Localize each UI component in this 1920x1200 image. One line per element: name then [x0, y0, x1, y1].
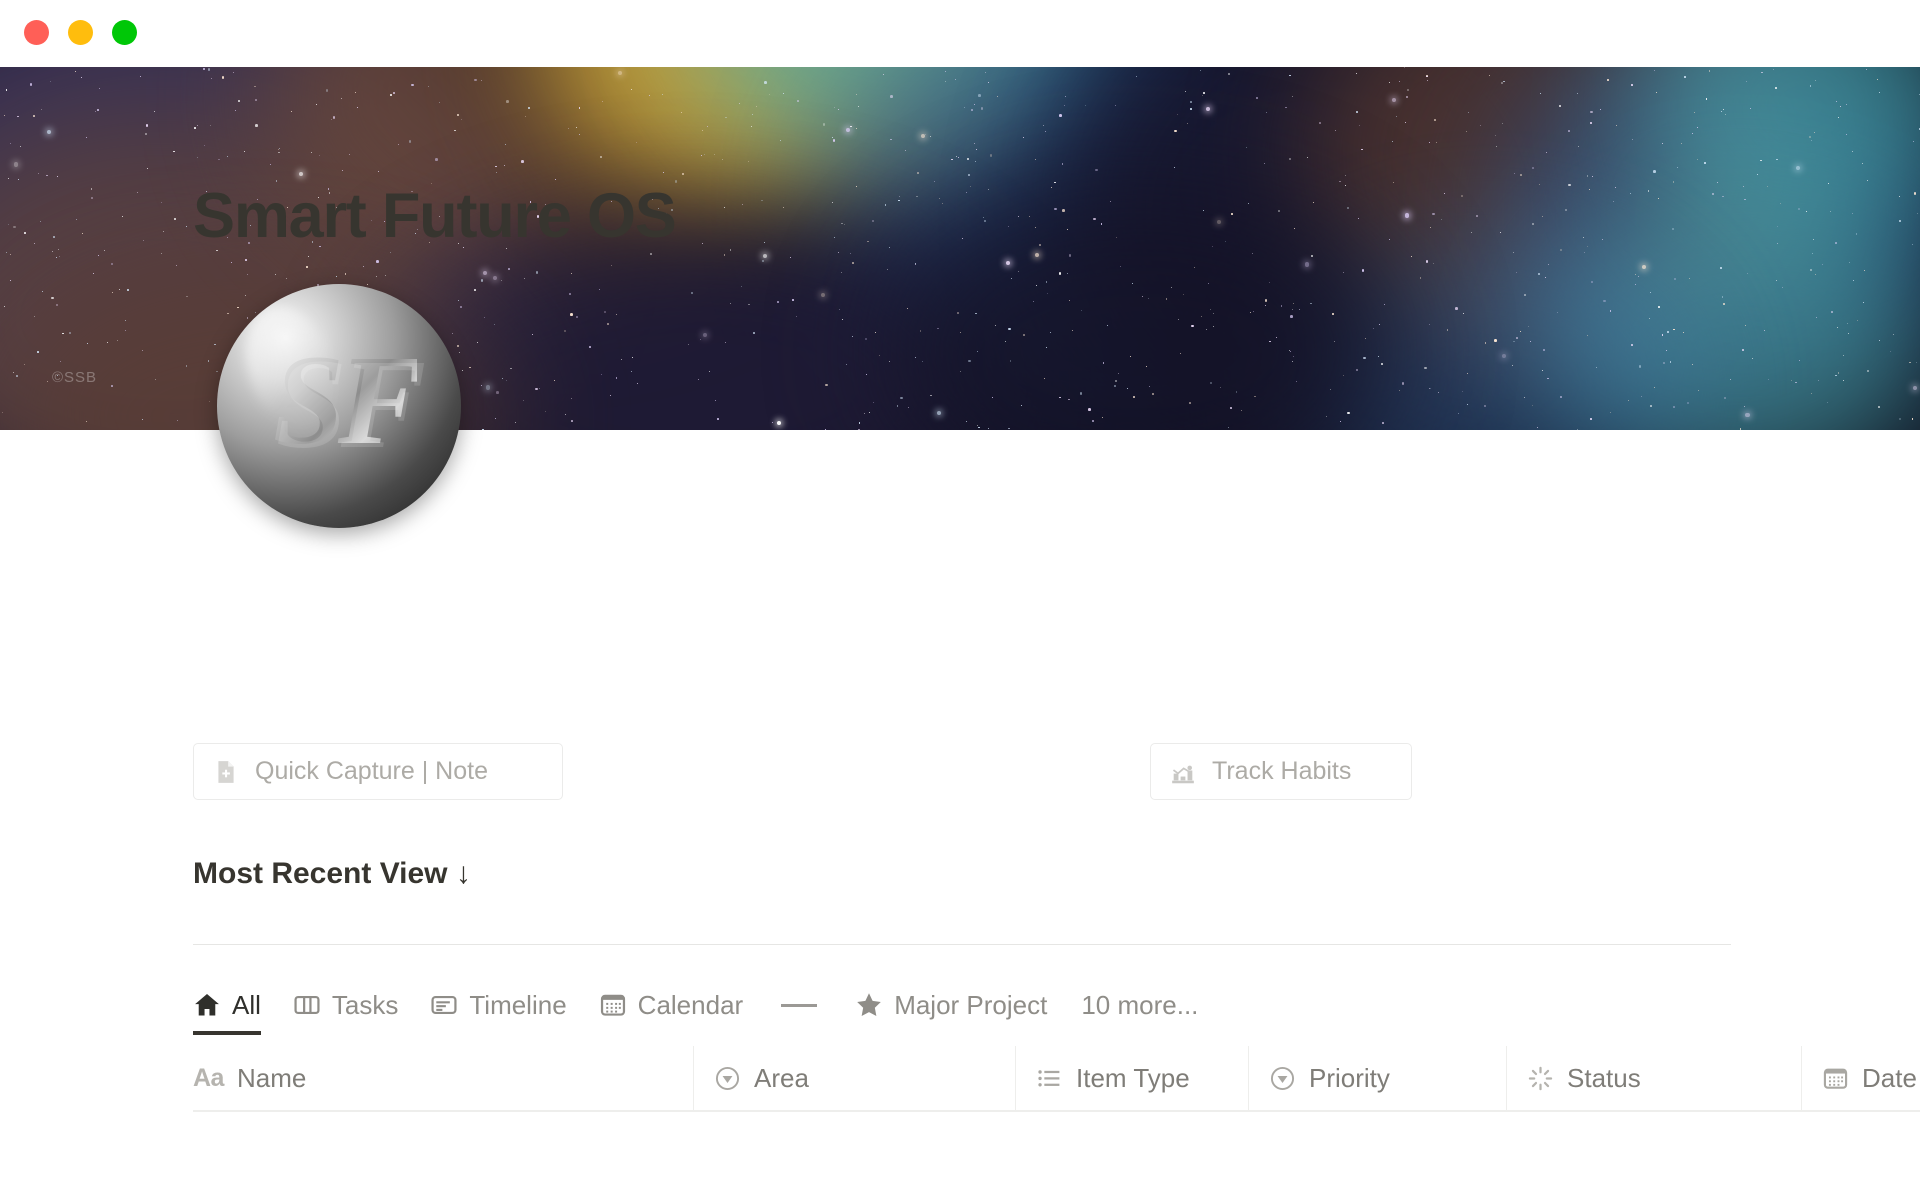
tab-timeline-label: Timeline — [469, 989, 567, 1020]
status-spinner-icon — [1528, 1066, 1553, 1090]
maximize-window-button[interactable] — [112, 20, 137, 45]
column-header-status[interactable]: Status — [1506, 1046, 1801, 1110]
track-habits-button[interactable]: Track Habits — [1150, 743, 1412, 800]
column-header-area-label: Area — [754, 1062, 809, 1093]
tab-major-project[interactable]: Major Project — [839, 975, 1063, 1035]
calendar-icon — [600, 994, 625, 1016]
section-heading-most-recent-view[interactable]: Most Recent View ↓ — [193, 857, 471, 891]
quick-capture-note-label: Quick Capture | Note — [255, 757, 488, 785]
app-window: ©SSB SF Smart Future OS Quick Capture | … — [0, 0, 1920, 1200]
bar-chart-icon — [1172, 765, 1194, 783]
tab-major-project-label: Major Project — [894, 989, 1048, 1020]
section-divider — [193, 944, 1731, 945]
tab-tasks[interactable]: Tasks — [277, 975, 414, 1035]
tab-all[interactable]: All — [193, 975, 277, 1035]
tab-tasks-label: Tasks — [331, 989, 399, 1020]
database-table-header: Aa Name Area Item Type Priority Status D… — [193, 1046, 1920, 1112]
select-icon — [1270, 1066, 1295, 1090]
close-window-button[interactable] — [24, 20, 49, 45]
tab-timeline[interactable]: Timeline — [414, 975, 582, 1035]
select-icon — [715, 1066, 740, 1090]
tabs-more-button[interactable]: 10 more... — [1063, 990, 1198, 1021]
tab-calendar-label: Calendar — [637, 989, 744, 1020]
tab-all-label: All — [232, 989, 261, 1020]
quick-capture-note-button[interactable]: Quick Capture | Note — [193, 743, 563, 800]
star-icon — [857, 993, 881, 1017]
home-icon — [195, 994, 219, 1016]
title-aa-icon: Aa — [193, 1063, 224, 1092]
column-header-status-label: Status — [1567, 1062, 1641, 1093]
track-habits-label: Track Habits — [1212, 757, 1352, 785]
column-header-item-type[interactable]: Item Type — [1015, 1046, 1248, 1110]
traffic-light-group — [24, 20, 137, 45]
column-header-name[interactable]: Aa Name — [193, 1046, 693, 1110]
tab-calendar[interactable]: Calendar — [583, 975, 760, 1035]
tab-separator-dash — [781, 1003, 818, 1007]
column-header-item-type-label: Item Type — [1076, 1062, 1190, 1093]
document-plus-icon — [218, 760, 234, 783]
column-header-name-label: Name — [236, 1062, 307, 1093]
window-titlebar — [0, 0, 1920, 67]
page-title[interactable]: Smart Future OS — [193, 180, 677, 252]
minimize-window-button[interactable] — [68, 20, 93, 45]
cover-watermark: ©SSB — [52, 369, 98, 386]
multiselect-icon — [1038, 1069, 1060, 1086]
logo-initials: SF — [273, 327, 424, 474]
column-header-priority-label: Priority — [1309, 1062, 1390, 1093]
column-header-area[interactable]: Area — [693, 1046, 1015, 1110]
board-icon — [294, 995, 320, 1015]
column-header-date[interactable]: Date — [1801, 1046, 1920, 1110]
timeline-icon — [431, 995, 457, 1015]
column-header-priority[interactable]: Priority — [1248, 1046, 1506, 1110]
calendar-icon — [1823, 1068, 1848, 1089]
column-header-date-label: Date — [1862, 1062, 1917, 1093]
page-icon-logo[interactable]: SF — [217, 284, 461, 528]
view-tabbar: All Tasks Timeline Calendar Major Projec… — [193, 975, 1198, 1035]
